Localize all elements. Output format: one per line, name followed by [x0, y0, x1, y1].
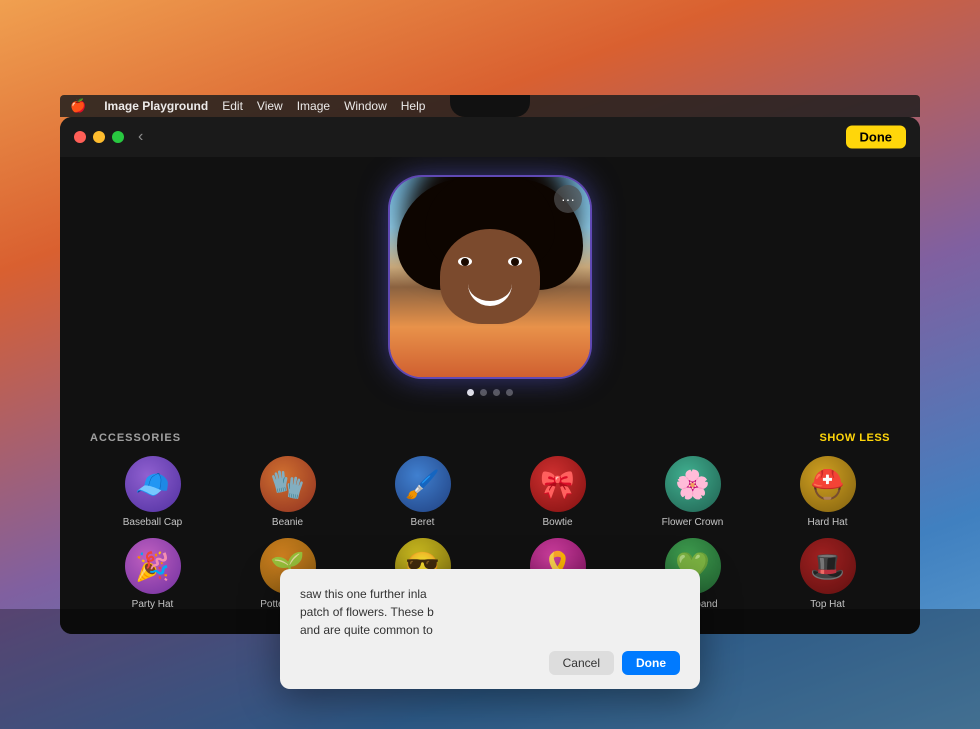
- show-less-button[interactable]: SHOW LESS: [819, 432, 890, 444]
- minimize-button[interactable]: [93, 131, 105, 143]
- dialog-box: saw this one further inlapatch of flower…: [280, 569, 700, 689]
- dialog-overlay: Beta Image Playground may create unexpec…: [0, 609, 980, 729]
- baseball-cap-icon: 🧢: [125, 456, 181, 512]
- camera-notch: [450, 95, 530, 117]
- traffic-lights: [74, 131, 124, 143]
- close-button[interactable]: [74, 131, 86, 143]
- accessories-header: ACCESSORIES SHOW LESS: [90, 432, 890, 444]
- character-image: ···: [390, 177, 590, 377]
- page-indicator-1[interactable]: [467, 389, 474, 396]
- image-area: ···: [60, 157, 920, 416]
- top-hat-icon: 🎩: [800, 538, 856, 594]
- hard-hat-label: Hard Hat: [807, 517, 847, 528]
- accessory-beanie[interactable]: 🧤 Beanie: [225, 456, 350, 528]
- menu-item-image[interactable]: Image: [297, 99, 330, 113]
- beanie-label: Beanie: [272, 517, 303, 528]
- back-button[interactable]: ‹: [138, 128, 143, 146]
- maximize-button[interactable]: [112, 131, 124, 143]
- apple-menu-icon[interactable]: 🍎: [70, 98, 86, 114]
- baseball-cap-label: Baseball Cap: [123, 517, 182, 528]
- accessory-top-hat[interactable]: 🎩 Top Hat: [765, 538, 890, 610]
- accessory-bowtie[interactable]: 🎀 Bowtie: [495, 456, 620, 528]
- done-button[interactable]: Done: [846, 126, 907, 149]
- accessory-baseball-cap[interactable]: 🧢 Baseball Cap: [90, 456, 215, 528]
- dialog-done-button[interactable]: Done: [622, 651, 680, 675]
- accessory-beret[interactable]: 🖌️ Beret: [360, 456, 485, 528]
- dialog-body-text: saw this one further inlapatch of flower…: [300, 585, 680, 639]
- main-content: ··· ACCESSORIES SHOW LESS: [60, 157, 920, 634]
- more-options-button[interactable]: ···: [554, 185, 582, 213]
- flower-crown-label: Flower Crown: [662, 517, 724, 528]
- desktop: 🍎 Image Playground Edit View Image Windo…: [0, 0, 980, 729]
- dialog-buttons: Cancel Done: [300, 651, 680, 675]
- page-indicator-4[interactable]: [506, 389, 513, 396]
- accessories-title: ACCESSORIES: [90, 432, 181, 444]
- beanie-icon: 🧤: [260, 456, 316, 512]
- bowtie-label: Bowtie: [542, 517, 572, 528]
- dialog-cancel-button[interactable]: Cancel: [549, 651, 614, 675]
- accessory-hard-hat[interactable]: ⛑️ Hard Hat: [765, 456, 890, 528]
- beret-icon: 🖌️: [395, 456, 451, 512]
- smile: [468, 284, 512, 306]
- face: [440, 229, 540, 324]
- hard-hat-icon: ⛑️: [800, 456, 856, 512]
- page-indicator-3[interactable]: [493, 389, 500, 396]
- party-hat-icon: 🎉: [125, 538, 181, 594]
- menu-item-window[interactable]: Window: [344, 99, 387, 113]
- page-indicator-2[interactable]: [480, 389, 487, 396]
- bowtie-icon: 🎀: [530, 456, 586, 512]
- menu-item-edit[interactable]: Edit: [222, 99, 243, 113]
- page-indicators: [467, 389, 513, 396]
- beret-label: Beret: [411, 517, 435, 528]
- menu-item-app[interactable]: Image Playground: [104, 99, 208, 113]
- accessory-party-hat[interactable]: 🎉 Party Hat: [90, 538, 215, 610]
- app-window: ‹ Done: [60, 117, 920, 634]
- accessory-flower-crown[interactable]: 🌸 Flower Crown: [630, 456, 755, 528]
- menu-item-view[interactable]: View: [257, 99, 283, 113]
- flower-crown-icon: 🌸: [665, 456, 721, 512]
- menu-item-help[interactable]: Help: [401, 99, 426, 113]
- title-bar: ‹ Done: [60, 117, 920, 157]
